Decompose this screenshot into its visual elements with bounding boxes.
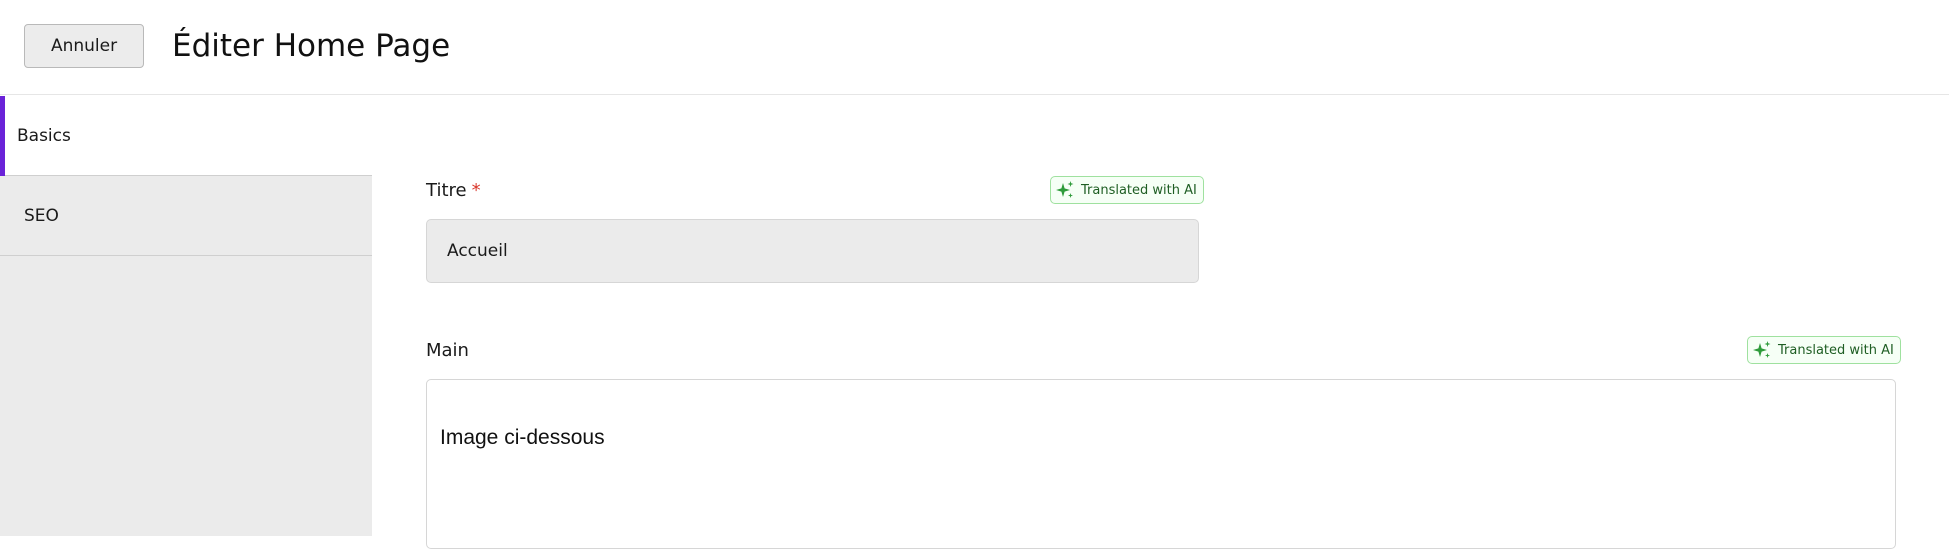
translated-ai-badge: Translated with AI <box>1747 336 1901 364</box>
main-rich-text-editor[interactable]: Image ci-dessous <box>426 379 1896 549</box>
page-title: Éditer Home Page <box>172 28 451 64</box>
main-field-label: Main <box>426 340 469 361</box>
sidebar-item-label: SEO <box>24 205 59 226</box>
sidebar-item-label: Basics <box>17 125 71 146</box>
sparkles-icon <box>1055 180 1075 200</box>
page-header: Annuler Éditer Home Page <box>0 0 1949 95</box>
sidebar-item-seo[interactable]: SEO <box>0 176 372 256</box>
sidebar-item-basics[interactable]: Basics <box>0 96 372 176</box>
title-label-text: Titre <box>426 180 467 201</box>
cancel-button[interactable]: Annuler <box>24 24 144 68</box>
title-input[interactable] <box>426 219 1199 283</box>
sidebar: Basics SEO <box>0 96 372 536</box>
sparkles-icon <box>1752 340 1772 360</box>
required-marker: * <box>471 180 481 201</box>
title-field-label: Titre * <box>426 180 481 201</box>
editor-content: Image ci-dessous <box>440 426 605 449</box>
badge-label: Translated with AI <box>1778 342 1894 358</box>
badge-label: Translated with AI <box>1081 182 1197 198</box>
translated-ai-badge: Translated with AI <box>1050 176 1204 204</box>
active-indicator <box>0 96 5 176</box>
